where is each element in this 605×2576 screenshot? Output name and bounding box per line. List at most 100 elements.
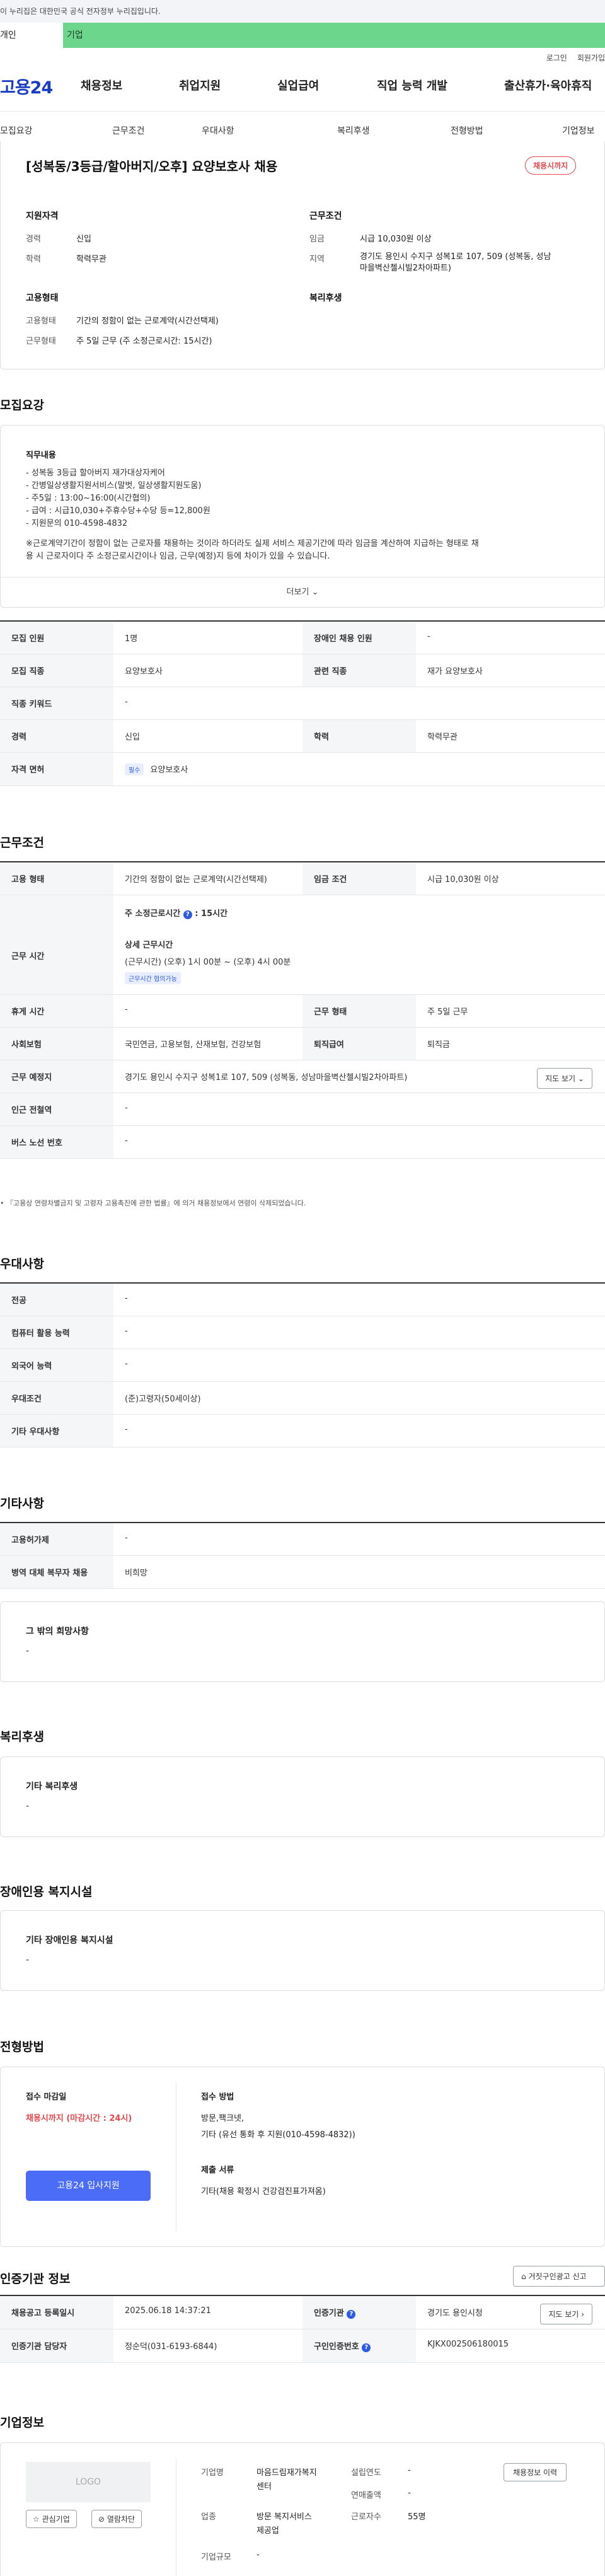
favorite-company-button[interactable]: ☆ 관심기업 bbox=[26, 2510, 77, 2528]
cell-label: 고용 형태 bbox=[0, 862, 113, 895]
duty-heading: 직무내용 bbox=[26, 451, 56, 460]
star-icon: ☆ bbox=[33, 2515, 40, 2524]
info-icon[interactable]: ? bbox=[347, 2310, 356, 2319]
cell-label: 근무 형태 bbox=[302, 995, 416, 1027]
global-nav: 고용24 채용정보 취업지원 실업급여 직업 능력 개발 출산휴가·육아휴직 bbox=[0, 67, 605, 105]
cell-label: 임금 조건 bbox=[302, 862, 416, 895]
map-button[interactable]: 지도 보기 ⌄ bbox=[537, 1068, 592, 1089]
cell-value: 국민연금, 고용보험, 산재보험, 건강보험 bbox=[125, 1040, 262, 1050]
scale-value: - bbox=[256, 2550, 260, 2560]
education-label: 학력 bbox=[26, 255, 41, 264]
info-icon[interactable]: ? bbox=[183, 910, 192, 919]
work-type-label: 근무형태 bbox=[26, 337, 56, 346]
cell-label: 채용공고 등록일시 bbox=[0, 2296, 113, 2329]
detail-hours-heading: 상세 근무시간 bbox=[125, 941, 173, 950]
disability-title: 기타 장애인용 복지시설 bbox=[26, 1935, 113, 1946]
cell-value: - bbox=[427, 632, 430, 641]
cell-value: - bbox=[125, 1359, 128, 1369]
apply-button[interactable]: 고용24 입사지원 bbox=[26, 2171, 151, 2201]
cell-label: 인증기관 ? bbox=[302, 2296, 416, 2329]
sales-label: 연매출액 bbox=[351, 2491, 381, 2500]
cell-value: 신입 bbox=[125, 733, 140, 742]
org-label: 인증기관 bbox=[314, 2309, 344, 2318]
duty-line: - 주5일 : 13:00~16:00(시간협의) bbox=[26, 494, 151, 503]
cell-label: 모집 직종 bbox=[0, 654, 113, 687]
cell-value: - bbox=[125, 1533, 128, 1543]
tab-company-info[interactable]: 기업정보 bbox=[562, 124, 595, 137]
job-history-button[interactable]: 채용정보 이력 bbox=[504, 2463, 567, 2481]
table-row: 사회보험 국민연금, 고용보험, 산재보험, 건강보험 퇴직급여 퇴직금 bbox=[0, 1028, 605, 1060]
tab-recruit[interactable]: 모집요강 bbox=[0, 124, 33, 137]
cell-label: 직종 키워드 bbox=[0, 687, 113, 719]
map-button-label: 지도 보기 bbox=[548, 2310, 579, 2319]
false-ad-report-button[interactable]: ⌂ 거짓구인광고 신고 bbox=[513, 2266, 605, 2287]
tab-preferences[interactable]: 우대사항 bbox=[202, 124, 234, 137]
info-icon[interactable]: ? bbox=[362, 2343, 371, 2352]
tab-conditions[interactable]: 근무조건 bbox=[112, 124, 145, 137]
region-value-line2: 마을벽산첼시빌2차아파트) bbox=[360, 264, 451, 273]
gnb-item-employment-support[interactable]: 취업지원 bbox=[179, 77, 221, 93]
cell-value: 주 5일 근무 bbox=[427, 1007, 468, 1017]
prefer-table: 전공 - 컴퓨터 활용 능력 - 외국어 능력 - 우대조건 (준)고령자(50세이상)… bbox=[0, 1282, 605, 1448]
process-heading: 전형방법 bbox=[0, 2040, 44, 2054]
gnb-item-jobs[interactable]: 채용정보 bbox=[81, 77, 122, 93]
company-heading: 기업정보 bbox=[0, 2416, 44, 2430]
company-logo: LOGO bbox=[26, 2462, 151, 2502]
welfare-card: 기타 복리후생 - bbox=[0, 1756, 605, 1837]
cell-label: 자격 면허 bbox=[0, 753, 113, 786]
cell-value: 재가 요양보호사 bbox=[427, 667, 483, 676]
cell-value: 정순덕(031-6193-6844) bbox=[125, 2342, 217, 2352]
deadline-label: 접수 마감일 bbox=[26, 2092, 67, 2102]
hours-cell: 주 소정근로시간 ? : 15시간 상세 근무시간 (근무시간) (오후) 1시… bbox=[113, 895, 605, 994]
cell-label: 컴퓨터 활용 능력 bbox=[0, 1316, 113, 1349]
cell-label: 휴게 시간 bbox=[0, 995, 113, 1027]
cell-value: 학력무관 bbox=[427, 733, 458, 742]
chevron-right-icon: › bbox=[581, 2310, 584, 2319]
site-logo[interactable]: 고용24 bbox=[0, 74, 76, 98]
gnb-item-parental-leave[interactable]: 출산휴가·육아휴직 bbox=[504, 77, 592, 93]
cell-label: 전공 bbox=[0, 1284, 113, 1316]
block-view-button[interactable]: ⊘ 열람차단 bbox=[91, 2510, 142, 2528]
tab-process[interactable]: 전형방법 bbox=[451, 124, 483, 137]
table-row: 경력 신입 학력 학력무관 bbox=[0, 720, 605, 753]
cert-label: 구인인증번호 bbox=[314, 2342, 359, 2352]
table-row: 근무 시간 주 소정근로시간 ? : 15시간 상세 근무시간 (근무시간) (… bbox=[0, 895, 605, 995]
company-name-line1: 마음드림재가복지 bbox=[256, 2468, 317, 2478]
tab-welfare[interactable]: 복리후생 bbox=[337, 124, 370, 137]
more-button[interactable]: 더보기 ⌄ bbox=[1, 577, 604, 607]
cell-value: 필수 요양보호사 bbox=[113, 753, 605, 786]
gnb-item-job-training[interactable]: 직업 능력 개발 bbox=[377, 77, 447, 93]
agency-map-button[interactable]: 지도 보기 › bbox=[540, 2304, 592, 2324]
cell-label: 기타 우대사항 bbox=[0, 1415, 113, 1447]
cell-label: 근무 예정지 bbox=[0, 1060, 113, 1093]
cell-value: - bbox=[125, 1005, 128, 1014]
signup-link[interactable]: 회원가입 bbox=[577, 52, 605, 63]
gnb-item-unemployment-benefit[interactable]: 실업급여 bbox=[277, 77, 319, 93]
gov-banner: 이 누리집은 대한민국 공식 전자정부 누리집입니다. bbox=[0, 0, 605, 23]
scale-label: 기업규모 bbox=[201, 2553, 231, 2562]
table-row: 채용공고 등록일시 2025.06.18 14:37:21 인증기관 ? 경기도 용인… bbox=[0, 2296, 605, 2329]
other-wishes-card: 그 밖의 희망사항 - bbox=[0, 1601, 605, 1682]
industry-line2: 제공업 bbox=[256, 2526, 279, 2536]
career-value: 신입 bbox=[76, 235, 91, 244]
process-card: 접수 마감일 채용시까지 (마감시간 : 24시) 고용24 입사지원 접수 방… bbox=[0, 2067, 605, 2247]
chevron-down-icon: ⌄ bbox=[311, 588, 319, 597]
founded-value: - bbox=[408, 2466, 411, 2475]
wage-value: 시급 10,030원 이상 bbox=[360, 235, 432, 244]
favorite-label: 관심기업 bbox=[42, 2515, 70, 2524]
chevron-down-icon: ⌄ bbox=[577, 1074, 584, 1083]
login-link[interactable]: 로그인 bbox=[546, 52, 567, 63]
work-type-value: 주 5일 근무 (주 소정근로시간: 15시간) bbox=[76, 337, 212, 346]
map-button-label: 지도 보기 bbox=[545, 1074, 576, 1083]
table-row: 모집 직종 요양보호사 관련 직종 재가 요양보호사 bbox=[0, 654, 605, 687]
company-name-line2: 센터 bbox=[256, 2482, 272, 2492]
cell-label: 인증기관 담당자 bbox=[0, 2329, 113, 2362]
tab-personal[interactable]: 개인 bbox=[0, 23, 63, 48]
weekly-hours-value: 15시간 bbox=[201, 909, 228, 919]
sales-value: - bbox=[408, 2488, 411, 2498]
cell-label: 우대조건 bbox=[0, 1382, 113, 1414]
required-chip: 필수 bbox=[125, 763, 144, 775]
tab-company[interactable]: 기업 bbox=[63, 23, 605, 48]
conditions-table: 고용 형태 기간의 정함이 없는 근로계약(시간선택제) 임금 조건 시급 10,03… bbox=[0, 861, 605, 1159]
career-label: 경력 bbox=[26, 235, 41, 244]
